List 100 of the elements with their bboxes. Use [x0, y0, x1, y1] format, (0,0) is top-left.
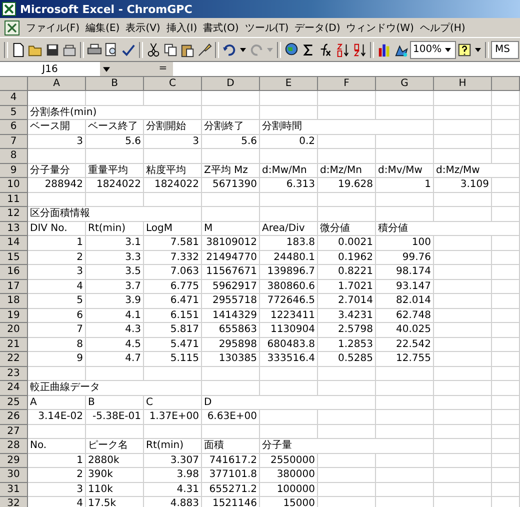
empty-cell[interactable]: [492, 439, 520, 454]
column-header[interactable]: D: [202, 77, 260, 91]
column-header[interactable]: H: [434, 77, 492, 91]
empty-cell[interactable]: [318, 192, 376, 207]
empty-cell[interactable]: [144, 91, 202, 106]
empty-cell[interactable]: [434, 280, 492, 294]
empty-cell[interactable]: [434, 468, 492, 482]
empty-cell[interactable]: [376, 207, 434, 222]
menu-item[interactable]: 編集(E): [86, 20, 120, 34]
empty-cell[interactable]: [318, 454, 376, 468]
menu-item[interactable]: ウィンドウ(W): [346, 20, 414, 34]
empty-cell[interactable]: [434, 366, 492, 381]
empty-cell[interactable]: [492, 236, 520, 250]
empty-cell[interactable]: [434, 454, 492, 468]
column-header[interactable]: B: [86, 77, 144, 91]
empty-cell[interactable]: [492, 366, 520, 381]
empty-cell[interactable]: [434, 308, 492, 323]
empty-cell[interactable]: [376, 192, 434, 207]
empty-cell[interactable]: [318, 366, 376, 381]
row-header[interactable]: 13: [0, 222, 28, 236]
empty-cell[interactable]: [86, 192, 144, 207]
empty-cell[interactable]: [492, 396, 520, 410]
empty-cell[interactable]: [202, 106, 260, 120]
column-header[interactable]: G: [376, 77, 434, 91]
menu-item[interactable]: 書式(O): [203, 20, 239, 34]
formula-input[interactable]: [173, 62, 520, 76]
menu-item[interactable]: 挿入(I): [166, 20, 198, 34]
empty-cell[interactable]: [434, 338, 492, 352]
empty-cell[interactable]: [260, 149, 318, 164]
empty-cell[interactable]: [202, 424, 260, 439]
empty-cell[interactable]: [434, 424, 492, 439]
empty-cell[interactable]: [86, 91, 144, 106]
empty-cell[interactable]: [318, 106, 376, 120]
caret-icon[interactable]: [103, 66, 110, 72]
row-header[interactable]: 32: [0, 497, 28, 507]
empty-cell[interactable]: [318, 149, 376, 164]
empty-cell[interactable]: [376, 134, 434, 149]
row-header[interactable]: 17: [0, 280, 28, 294]
row-header[interactable]: 7: [0, 134, 28, 149]
empty-cell[interactable]: [434, 396, 492, 410]
empty-cell[interactable]: [492, 352, 520, 366]
empty-cell[interactable]: [492, 338, 520, 352]
empty-cell[interactable]: [318, 410, 376, 424]
empty-cell[interactable]: [202, 207, 260, 222]
empty-cell[interactable]: [260, 424, 318, 439]
row-header[interactable]: 28: [0, 439, 28, 454]
spreadsheet-icon[interactable]: [4, 20, 20, 36]
empty-cell[interactable]: [144, 366, 202, 381]
name-box[interactable]: J16: [0, 62, 100, 76]
empty-cell[interactable]: [376, 106, 434, 120]
empty-cell[interactable]: [260, 91, 318, 106]
empty-cell[interactable]: [492, 149, 520, 164]
empty-cell[interactable]: [434, 120, 492, 134]
select-all-button[interactable]: [0, 77, 28, 91]
cut-icon[interactable]: [145, 40, 162, 58]
empty-cell[interactable]: [434, 207, 492, 222]
caret-icon[interactable]: [240, 48, 246, 52]
column-header[interactable]: F: [318, 77, 376, 91]
menu-item[interactable]: ファイル(F): [26, 20, 80, 34]
empty-cell[interactable]: [434, 381, 492, 396]
empty-cell[interactable]: [492, 468, 520, 482]
empty-cell[interactable]: [376, 91, 434, 106]
row-header[interactable]: 20: [0, 323, 28, 338]
empty-cell[interactable]: [434, 106, 492, 120]
empty-cell[interactable]: [492, 91, 520, 106]
row-header[interactable]: 5: [0, 106, 28, 120]
empty-cell[interactable]: [492, 192, 520, 207]
empty-cell[interactable]: [492, 106, 520, 120]
empty-cell[interactable]: [376, 454, 434, 468]
empty-cell[interactable]: [318, 91, 376, 106]
empty-cell[interactable]: [86, 366, 144, 381]
empty-cell[interactable]: [434, 410, 492, 424]
empty-cell[interactable]: [434, 91, 492, 106]
row-header[interactable]: 4: [0, 91, 28, 106]
menu-item[interactable]: ヘルプ(H): [420, 20, 466, 34]
empty-cell[interactable]: [492, 308, 520, 323]
empty-cell[interactable]: [492, 410, 520, 424]
row-header[interactable]: 9: [0, 164, 28, 178]
column-header[interactable]: [492, 77, 520, 91]
empty-cell[interactable]: [434, 482, 492, 497]
column-header[interactable]: C: [144, 77, 202, 91]
empty-cell[interactable]: [318, 482, 376, 497]
row-header[interactable]: 16: [0, 265, 28, 280]
row-header[interactable]: 24: [0, 381, 28, 396]
empty-cell[interactable]: [434, 439, 492, 454]
empty-cell[interactable]: [260, 106, 318, 120]
empty-cell[interactable]: [492, 323, 520, 338]
empty-cell[interactable]: [434, 134, 492, 149]
empty-cell[interactable]: [318, 468, 376, 482]
empty-cell[interactable]: [260, 192, 318, 207]
row-header[interactable]: 29: [0, 454, 28, 468]
empty-cell[interactable]: [434, 352, 492, 366]
empty-cell[interactable]: [376, 482, 434, 497]
empty-cell[interactable]: [434, 149, 492, 164]
empty-cell[interactable]: [434, 323, 492, 338]
empty-cell[interactable]: [202, 192, 260, 207]
empty-cell[interactable]: [376, 410, 434, 424]
row-header[interactable]: 12: [0, 207, 28, 222]
empty-cell[interactable]: [86, 149, 144, 164]
column-header[interactable]: E: [260, 77, 318, 91]
